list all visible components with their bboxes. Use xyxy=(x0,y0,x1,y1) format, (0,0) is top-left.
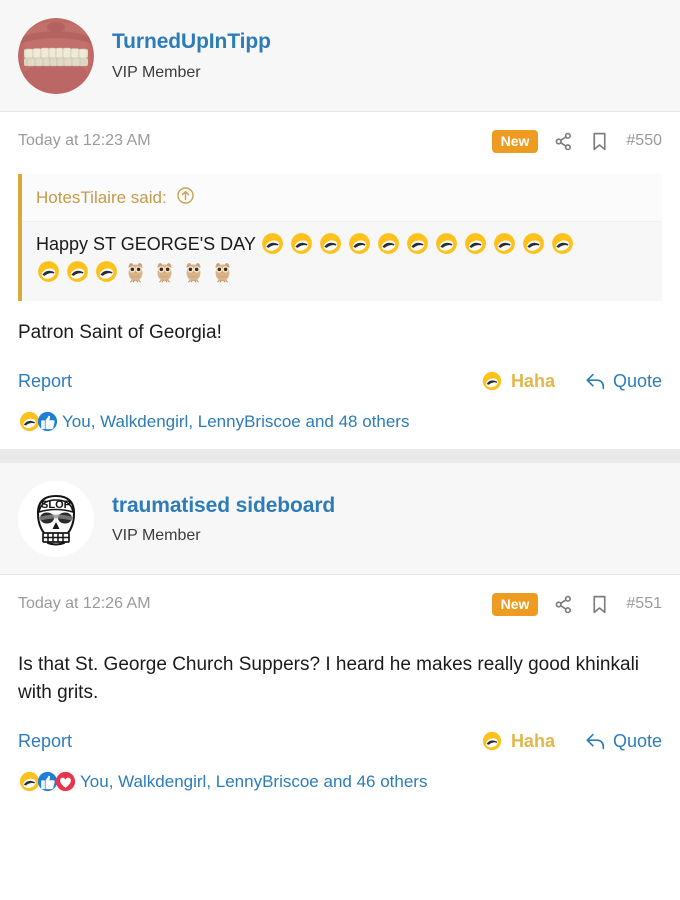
quote-attribution: HotesTilaire said: xyxy=(36,188,167,207)
quote-emoji-line-1 xyxy=(256,233,575,254)
post-message: Is that St. George Church Suppers? I hea… xyxy=(0,633,680,713)
post-header: SLOP traumatised sideboard VIP Member xyxy=(0,463,680,576)
reaction-icon-group xyxy=(18,410,58,433)
post-date[interactable]: Today at 12:26 AM xyxy=(18,595,151,613)
quote-text: Happy ST GEORGE'S DAY xyxy=(22,222,662,301)
post-actions-right: Haha Quote xyxy=(481,730,662,752)
owl-emoji xyxy=(128,263,142,283)
reaction-button-haha[interactable]: Haha xyxy=(481,370,555,392)
post-number[interactable]: #550 xyxy=(626,132,662,150)
teeth-photo-avatar xyxy=(18,17,94,94)
rofl-emoji xyxy=(407,233,429,254)
quote-message: Happy ST GEORGE'S DAY xyxy=(36,234,256,254)
quote-button-label: Quote xyxy=(612,730,662,751)
thumbs-up-icon xyxy=(37,412,58,432)
report-link[interactable]: Report xyxy=(18,731,72,752)
owl-emoji xyxy=(186,263,201,283)
reply-arrow-icon xyxy=(586,733,605,750)
post-actions: Report Haha Quote xyxy=(0,712,680,753)
user-title: VIP Member xyxy=(112,63,201,81)
quote-attribution-row: HotesTilaire said: xyxy=(22,174,662,222)
rofl-emoji xyxy=(482,732,502,751)
quote-block: HotesTilaire said: Happy ST GEORGE'S DAY xyxy=(18,174,662,301)
bookmark-icon[interactable] xyxy=(588,593,610,615)
username[interactable]: TurnedUpInTipp xyxy=(112,29,271,55)
post-message: Patron Saint of Georgia! xyxy=(0,300,680,353)
bookmark-icon[interactable] xyxy=(588,130,610,152)
rofl-emoji xyxy=(66,260,88,282)
arrow-up-circle-icon[interactable] xyxy=(176,186,195,210)
reactions-summary: You, Walkdengirl, LennyBriscoe and 48 ot… xyxy=(0,392,680,450)
post-meta-row: Today at 12:23 AM New #550 xyxy=(0,112,680,170)
reaction-label: Haha xyxy=(510,370,555,391)
user-title: VIP Member xyxy=(112,526,201,544)
quote-button-label: Quote xyxy=(612,370,662,391)
rofl-emoji xyxy=(494,233,516,254)
post: TurnedUpInTipp VIP Member Today at 12:23… xyxy=(0,0,680,450)
post-meta-actions: New #551 xyxy=(491,592,662,616)
rofl-emoji xyxy=(320,233,341,254)
post-actions: Report Haha Quote xyxy=(0,352,680,393)
share-icon[interactable] xyxy=(552,593,574,615)
status-badge-new: New xyxy=(491,592,539,616)
rofl-emoji xyxy=(523,233,545,254)
forum-thread: TurnedUpInTipp VIP Member Today at 12:23… xyxy=(0,0,680,810)
rofl-emoji xyxy=(262,233,283,254)
post-actions-right: Haha Quote xyxy=(481,370,662,392)
rofl-emoji xyxy=(552,233,574,254)
rofl-emoji xyxy=(378,233,400,254)
skull-slop-avatar: SLOP xyxy=(18,480,94,557)
username[interactable]: traumatised sideboard xyxy=(112,493,335,519)
post-divider xyxy=(0,449,680,464)
reply-arrow-icon xyxy=(586,373,605,390)
reactions-text[interactable]: You, Walkdengirl, LennyBriscoe and 46 ot… xyxy=(80,772,427,792)
post-header: TurnedUpInTipp VIP Member xyxy=(0,0,680,112)
svg-text:SLOP: SLOP xyxy=(41,499,71,511)
user-meta: TurnedUpInTipp VIP Member xyxy=(112,29,271,81)
post-meta-actions: New #550 xyxy=(491,129,662,153)
reaction-label: Haha xyxy=(510,730,555,751)
quote-button[interactable]: Quote xyxy=(585,371,662,392)
rofl-emoji xyxy=(95,260,117,282)
quote-block-wrapper: HotesTilaire said: Happy ST GEORGE'S DAY xyxy=(0,170,680,301)
reaction-icon-group xyxy=(18,770,76,793)
reactions-text[interactable]: You, Walkdengirl, LennyBriscoe and 48 ot… xyxy=(62,412,409,432)
rofl-emoji xyxy=(291,233,312,254)
heart-icon xyxy=(55,772,76,792)
reaction-button-haha[interactable]: Haha xyxy=(481,730,555,752)
user-meta: traumatised sideboard VIP Member xyxy=(112,493,335,545)
rofl-emoji xyxy=(349,233,370,254)
status-badge-new: New xyxy=(491,129,539,153)
rofl-emoji xyxy=(465,233,487,254)
avatar[interactable]: SLOP xyxy=(18,480,94,557)
rofl-emoji xyxy=(482,372,502,391)
quote-button[interactable]: Quote xyxy=(585,731,662,752)
owl-emoji xyxy=(215,263,230,283)
reactions-summary: You, Walkdengirl, LennyBriscoe and 46 ot… xyxy=(0,752,680,810)
quote-emoji-line-2 xyxy=(36,260,234,283)
rofl-emoji xyxy=(436,233,458,254)
post: SLOP traumatised sideboard VIP Member To… xyxy=(0,463,680,810)
post-number[interactable]: #551 xyxy=(626,595,662,613)
report-link[interactable]: Report xyxy=(18,371,72,392)
rofl-emoji xyxy=(37,260,59,282)
avatar[interactable] xyxy=(18,17,94,94)
share-icon[interactable] xyxy=(552,130,574,152)
post-date[interactable]: Today at 12:23 AM xyxy=(18,132,151,150)
owl-emoji xyxy=(157,263,172,283)
post-meta-row: Today at 12:26 AM New #551 xyxy=(0,575,680,634)
